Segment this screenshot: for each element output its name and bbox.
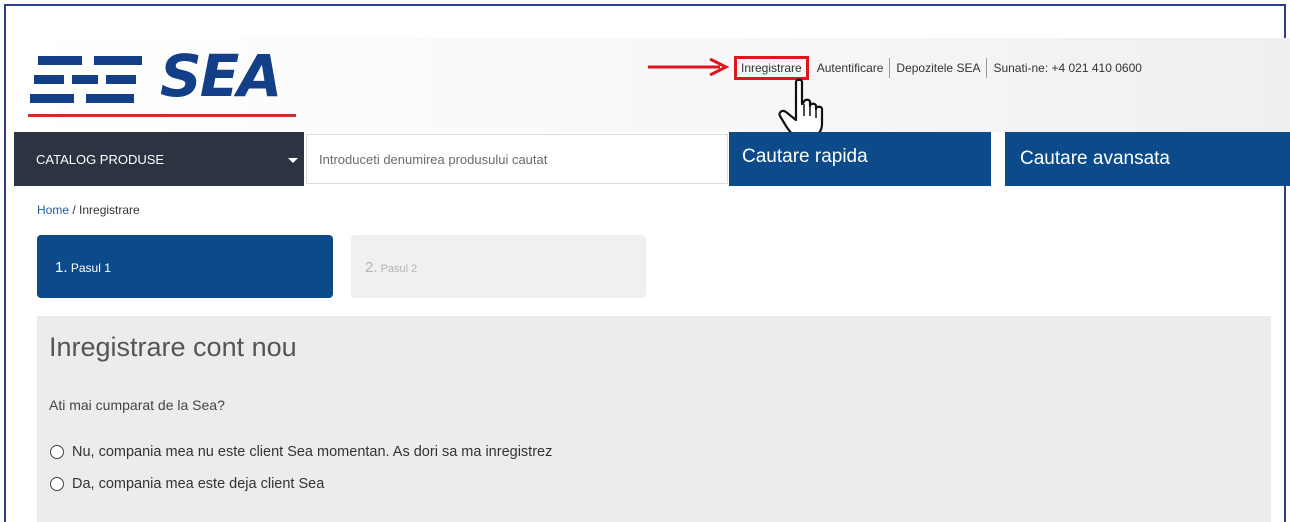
catalog-label: CATALOG PRODUSE [36, 151, 165, 167]
option-new-client[interactable]: Nu, compania mea nu este client Sea mome… [50, 444, 552, 460]
logo-stripe [94, 56, 142, 65]
breadcrumb-current: Inregistrare [79, 203, 140, 217]
logo-stripe [34, 75, 64, 84]
search-input[interactable] [306, 134, 728, 184]
register-link[interactable]: Inregistrare [734, 56, 809, 80]
catalog-dropdown[interactable]: CATALOG PRODUSE [14, 132, 304, 186]
red-arrow-icon [648, 58, 730, 76]
step-number: 2. [365, 259, 378, 276]
logo-stripe [38, 56, 82, 65]
breadcrumb-separator: / [69, 203, 80, 217]
sea-logo[interactable]: SEA [28, 42, 298, 120]
top-links: Inregistrare Autentificare Depozitele SE… [734, 56, 1148, 80]
login-link[interactable]: Autentificare [811, 61, 890, 75]
step-label: Pasul 1 [70, 261, 111, 275]
logo-stripe [106, 75, 136, 84]
quick-search-button[interactable]: Cautare rapida [729, 132, 991, 186]
step-2-tab[interactable]: 2. Pasul 2 [351, 235, 646, 298]
caret-down-icon [288, 158, 298, 163]
nav-bar: CATALOG PRODUSE Cautare rapida Cautare a… [14, 132, 1290, 186]
phone-text: Sunati-ne: +4 021 410 0600 [993, 61, 1142, 75]
breadcrumb-home[interactable]: Home [37, 203, 69, 217]
option-existing-client[interactable]: Da, compania mea este deja client Sea [50, 476, 324, 492]
breadcrumb: Home / Inregistrare [37, 203, 140, 217]
option-label: Nu, compania mea nu este client Sea mome… [72, 444, 553, 460]
logo-stripe [72, 75, 98, 84]
registration-panel: Inregistrare cont nou Ati mai cumparat d… [37, 316, 1271, 522]
option-label: Da, compania mea este deja client Sea [72, 476, 325, 492]
radio-button[interactable] [50, 477, 64, 491]
warehouses-link[interactable]: Depozitele SEA [890, 61, 986, 75]
advanced-search-button[interactable]: Cautare avansata [1005, 132, 1290, 186]
step-1-tab[interactable]: 1. Pasul 1 [37, 235, 333, 298]
logo-stripe [86, 94, 134, 103]
radio-button[interactable] [50, 445, 64, 459]
hand-pointer-icon [778, 78, 824, 140]
step-number: 1. [55, 259, 68, 276]
step-label: Pasul 2 [380, 263, 418, 275]
question-label: Ati mai cumparat de la Sea? [49, 397, 225, 413]
logo-text: SEA [160, 42, 282, 110]
logo-stripe [30, 94, 74, 103]
page-title: Inregistrare cont nou [49, 332, 297, 362]
logo-underline [28, 114, 296, 117]
